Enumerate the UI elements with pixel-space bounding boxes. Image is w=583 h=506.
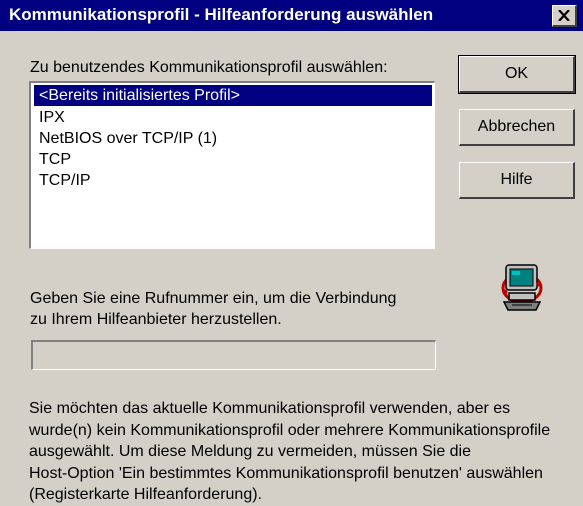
- dialog-window: Kommunikationsprofil - Hilfeanforderung …: [0, 0, 583, 504]
- info-line-4: Host-Option 'Ein bestimmtes Kommunikatio…: [29, 464, 543, 482]
- list-item-tcp[interactable]: TCP: [34, 149, 432, 170]
- window-title: Kommunikationsprofil - Hilfeanforderung …: [9, 5, 434, 24]
- profile-list-label: Zu benutzendes Kommunikationsprofil ausw…: [30, 59, 388, 76]
- info-line-3: ausgewählt. Um diese Meldung zu vermeide…: [29, 443, 472, 460]
- help-button[interactable]: Hilfe: [459, 162, 575, 199]
- phone-label-line1: Geben Sie eine Rufnummer ein, um die Ver…: [30, 290, 397, 307]
- info-line-5: (Registerkarte Hilfeanforderung).: [29, 486, 262, 503]
- info-message: Sie möchten das aktuelle Kommunikationsp…: [29, 398, 574, 506]
- info-line-2: wurde(n) kein Kommunikationsprofil oder …: [29, 421, 551, 439]
- cancel-button-label: Abbrechen: [477, 118, 556, 135]
- profile-listbox[interactable]: <Bereits initialisiertes Profil> IPX Net…: [29, 81, 435, 249]
- phone-label-line2: zu Ihrem Hilfeanbieter herzustellen.: [30, 311, 282, 328]
- computer-network-icon: [500, 262, 544, 314]
- ok-button[interactable]: OK: [458, 55, 576, 94]
- close-button[interactable]: [552, 5, 577, 27]
- info-line-1: Sie möchten das aktuelle Kommunikationsp…: [29, 400, 511, 417]
- list-item-initialized-profile[interactable]: <Bereits initialisiertes Profil>: [34, 85, 432, 106]
- list-item-ipx[interactable]: IPX: [34, 107, 432, 128]
- phone-number-field[interactable]: [31, 340, 436, 370]
- list-item-tcpip[interactable]: TCP/IP: [34, 170, 432, 191]
- close-icon: [558, 10, 570, 21]
- list-item-netbios[interactable]: NetBIOS over TCP/IP (1): [34, 128, 432, 149]
- ok-button-label: OK: [504, 65, 529, 82]
- help-button-label: Hilfe: [500, 171, 533, 188]
- cancel-button[interactable]: Abbrechen: [459, 109, 575, 146]
- title-bar[interactable]: Kommunikationsprofil - Hilfeanforderung …: [0, 0, 583, 31]
